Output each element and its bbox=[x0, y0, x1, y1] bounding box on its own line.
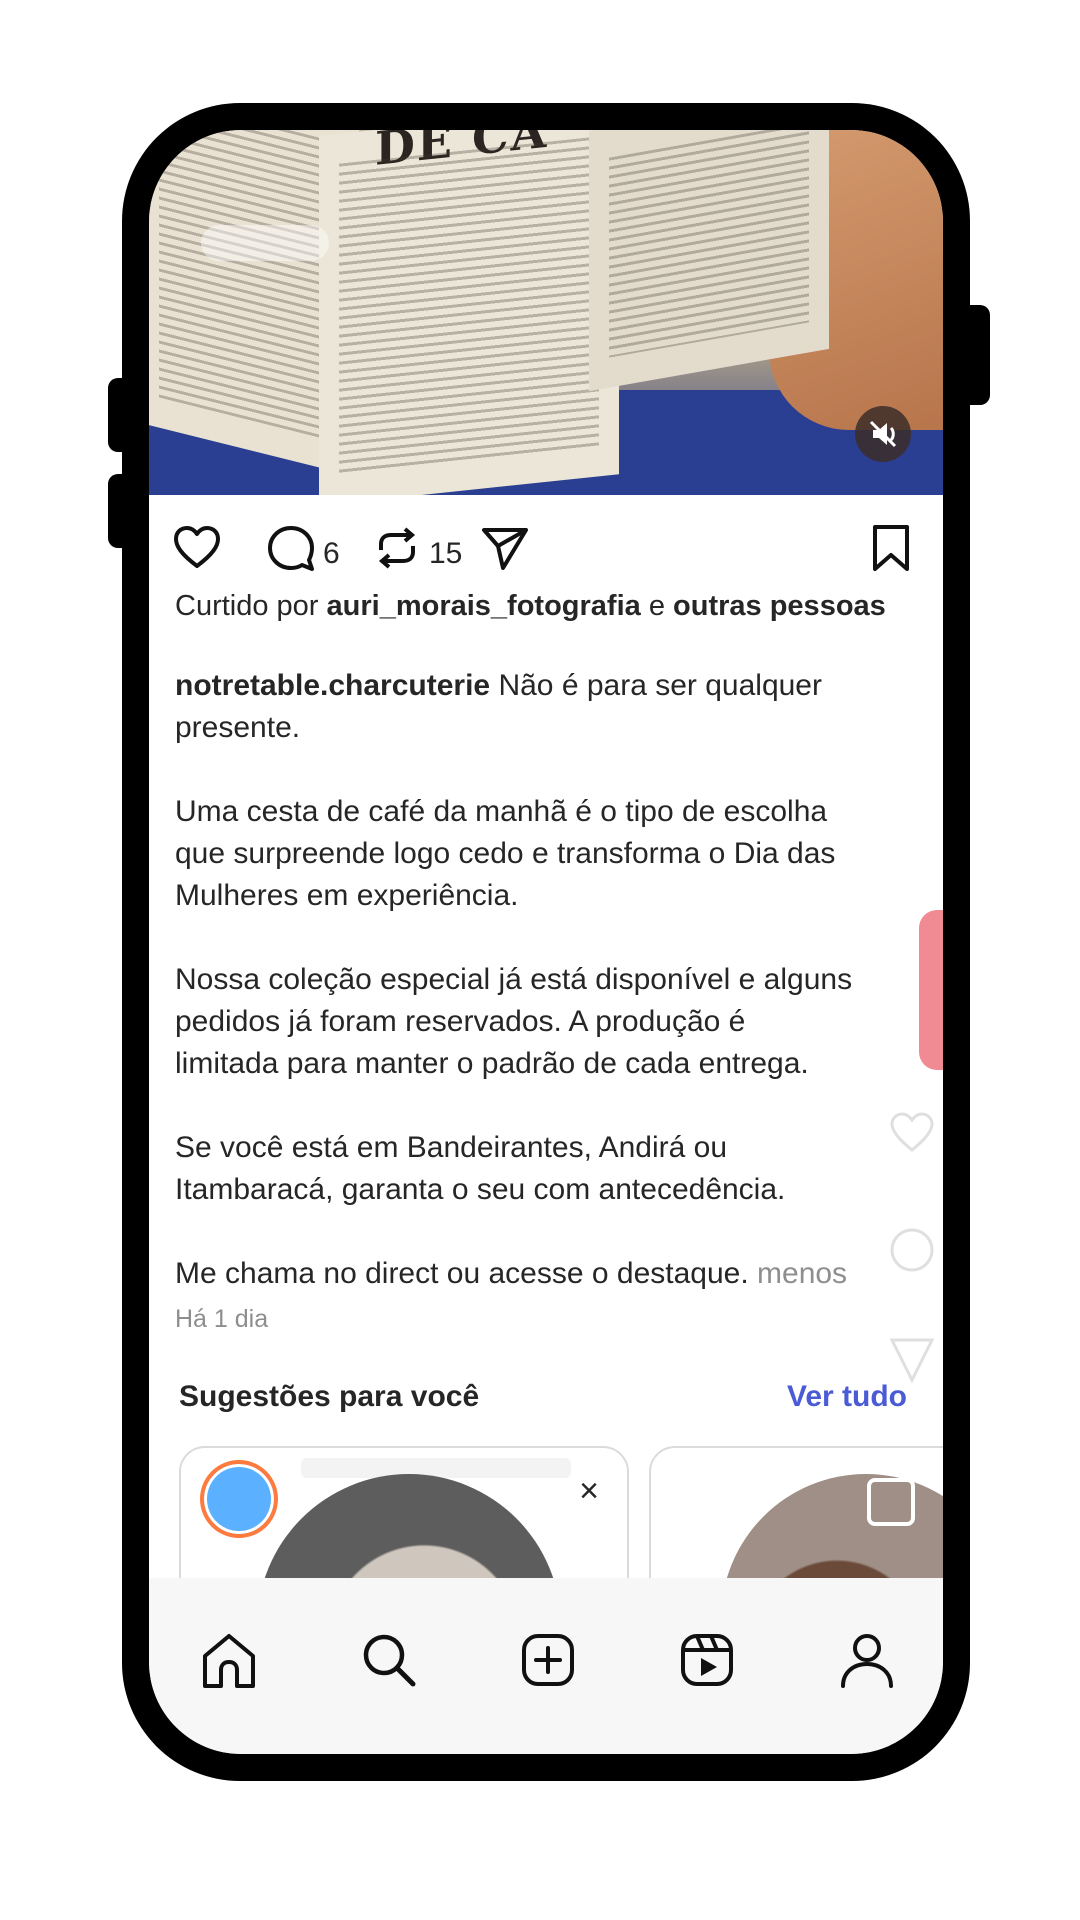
faint-overlay-icons bbox=[887, 1110, 937, 1415]
nav-create[interactable] bbox=[516, 1628, 580, 1692]
select-checkbox[interactable] bbox=[867, 1478, 915, 1526]
comment-icon bbox=[268, 526, 314, 571]
blurred-label bbox=[201, 225, 329, 261]
home-icon bbox=[203, 1634, 255, 1688]
bookmark-icon bbox=[873, 525, 909, 571]
share-icon bbox=[482, 528, 528, 570]
liked-by-text: Curtido por auri_morais_fotografia e out… bbox=[175, 588, 915, 624]
post-actions: 6 15 bbox=[149, 512, 943, 592]
liked-by-user-link[interactable]: auri_morais_fotografia bbox=[327, 590, 641, 622]
post-caption: notretable.charcuterie Não é para ser qu… bbox=[175, 665, 915, 1295]
save-button[interactable] bbox=[867, 522, 915, 579]
nav-profile[interactable] bbox=[835, 1628, 899, 1692]
floating-avatar-dot[interactable] bbox=[200, 1460, 278, 1538]
mute-icon bbox=[869, 420, 897, 448]
heart-icon bbox=[174, 526, 220, 568]
newspaper-right-page bbox=[589, 130, 829, 392]
caption-line: Me chama no direct ou acesse o destaque. bbox=[175, 1257, 758, 1290]
comment-button[interactable] bbox=[265, 522, 317, 579]
caption-line: que surpreende logo cedo e transforma o … bbox=[175, 837, 836, 870]
repost-icon bbox=[378, 527, 416, 569]
profile-icon bbox=[841, 1634, 893, 1688]
create-icon bbox=[522, 1634, 574, 1686]
caption-line: presente. bbox=[175, 711, 301, 744]
reposts-count: 15 bbox=[429, 537, 463, 570]
caption-line: Mulheres em experiência. bbox=[175, 879, 519, 912]
caption-line: Uma cesta de café da manhã é o tipo de e… bbox=[175, 795, 828, 828]
post-image[interactable]: DE CA bbox=[149, 130, 943, 495]
caption-line: limitada para manter o padrão de cada en… bbox=[175, 1047, 809, 1080]
blurred-label bbox=[301, 1458, 571, 1478]
scroll-handle[interactable] bbox=[919, 910, 943, 1070]
newspaper-center-page: DE CA bbox=[319, 130, 619, 495]
share-button[interactable] bbox=[479, 522, 531, 579]
caption-less-link[interactable]: menos bbox=[757, 1257, 847, 1290]
bottom-navigation bbox=[149, 1578, 943, 1754]
liked-by-middle: e bbox=[640, 590, 674, 622]
caption-line: Itambaracá, garanta o seu com antecedênc… bbox=[175, 1173, 786, 1206]
caption-line: pedidos já foram reservados. A produção … bbox=[175, 1005, 746, 1038]
liked-by-prefix: Curtido por bbox=[175, 590, 327, 622]
liked-by-others-link[interactable]: outras pessoas bbox=[673, 590, 886, 622]
nav-reels[interactable] bbox=[675, 1628, 739, 1692]
caption-line: Não é para ser qualquer bbox=[490, 669, 822, 702]
caption-line: Se você está em Bandeirantes, Andirá ou bbox=[175, 1131, 728, 1164]
dismiss-suggestion-button[interactable]: × bbox=[579, 1472, 599, 1511]
like-button[interactable] bbox=[171, 522, 223, 579]
repost-button[interactable] bbox=[371, 522, 423, 579]
nav-home[interactable] bbox=[197, 1628, 261, 1692]
post-timestamp: Há 1 dia bbox=[175, 1305, 269, 1333]
caption-line: Nossa coleção especial já está disponíve… bbox=[175, 963, 853, 996]
search-icon bbox=[363, 1634, 416, 1687]
comments-count: 6 bbox=[323, 537, 340, 570]
mute-button[interactable] bbox=[855, 406, 911, 462]
nav-search[interactable] bbox=[357, 1628, 421, 1692]
reels-icon bbox=[681, 1634, 733, 1686]
caption-username[interactable]: notretable.charcuterie bbox=[175, 669, 490, 702]
suggestions-title: Sugestões para você bbox=[179, 1380, 480, 1413]
